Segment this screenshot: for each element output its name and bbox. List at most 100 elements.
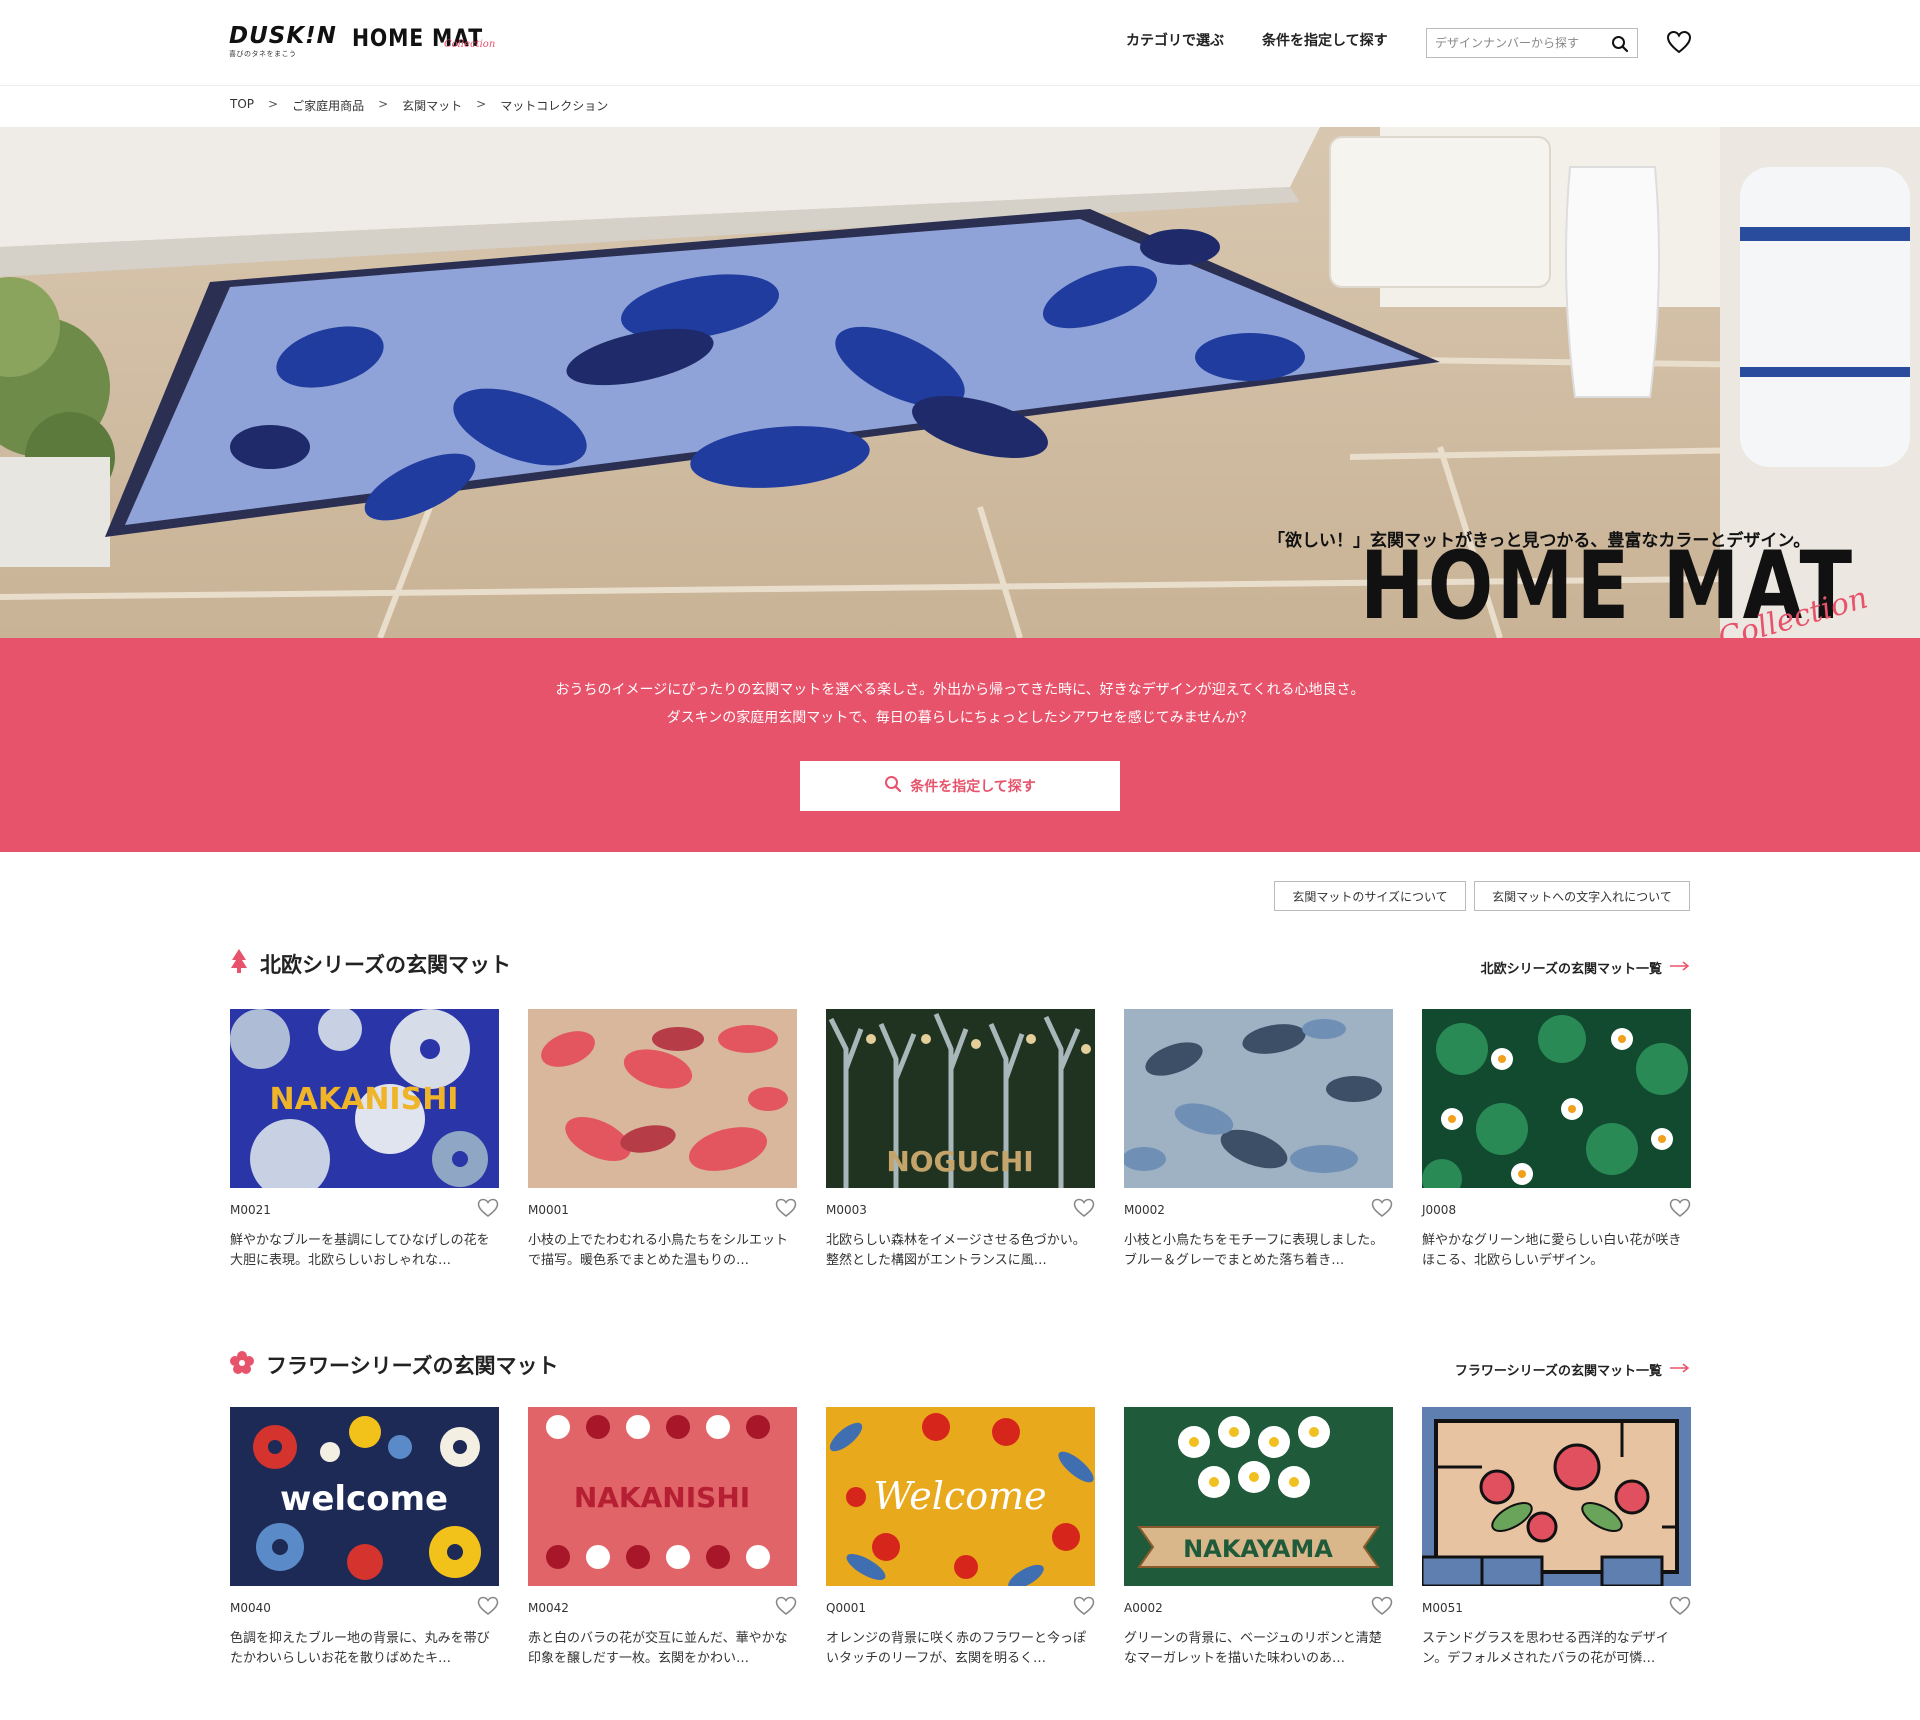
product-description: ステンドグラスを思わせる西洋的なデザイン。デフォルメされたバラの花が可憐…	[1422, 1631, 1669, 1666]
intro-line-2: ダスキンの家庭用玄関マットで、毎日の暮らしにちょっとしたシアワセを感じてみません…	[666, 710, 1254, 726]
favorite-heart-icon[interactable]	[1073, 1596, 1095, 1620]
breadcrumb-home-products[interactable]: ご家庭用商品	[292, 97, 364, 114]
breadcrumb-current: マットコレクション	[500, 99, 609, 113]
mat-lettering: NAKANISHI	[270, 1082, 459, 1117]
arrow-right-icon	[1670, 960, 1690, 975]
mat-lettering: NOGUCHI	[886, 1145, 1033, 1178]
product-code: M0002	[1124, 1203, 1165, 1217]
product-image-m0002	[1124, 1009, 1393, 1188]
product-image-a0002: NAKAYAMA	[1124, 1407, 1393, 1586]
product-image-m0040: welcome	[230, 1407, 499, 1586]
breadcrumb-entrance-mat[interactable]: 玄関マット	[402, 97, 462, 114]
product-description: 色調を抑えたブルー地の背景に、丸みを帯びたかわいらしいお花を散りばめたキ…	[230, 1631, 490, 1666]
product-image-m0001	[528, 1009, 797, 1188]
condition-search-label: 条件を指定して探す	[910, 779, 1036, 795]
favorite-heart-icon[interactable]	[1669, 1198, 1691, 1222]
search-icon	[884, 775, 902, 797]
arrow-right-icon	[1670, 1362, 1690, 1377]
product-card[interactable]: M0051 ステンドグラスを思わせる西洋的なデザイン。デフォルメされたバラの花が…	[1422, 1407, 1691, 1666]
product-card[interactable]: J0008 鮮やかなグリーン地に愛らしい白い花が咲きほこる、北欧らしいデザイン。	[1422, 1009, 1691, 1268]
hero-subtitle: 「欲しい！」玄関マットがきっと見つかる、豊富なカラーとデザイン。	[1268, 531, 1811, 551]
mat-lettering: NAKAYAMA	[1183, 1535, 1333, 1563]
favorite-heart-icon[interactable]	[1371, 1198, 1393, 1222]
product-code: A0002	[1124, 1601, 1163, 1615]
design-number-input[interactable]	[1427, 29, 1603, 57]
product-card[interactable]: welcome M0040 色調を抑えたブルー地の背景に、丸みを帯びたかわいらし…	[230, 1407, 499, 1666]
product-description: グリーンの背景に、ベージュのリボンと清楚なマーガレットを描いた味わいのあ…	[1124, 1631, 1382, 1666]
section-title-flower: フラワーシリーズの玄関マット	[230, 1350, 559, 1380]
product-card[interactable]: NAKAYAMA A0002 グリーンの背景に、ベージュのリボンと清楚なマーガレ…	[1124, 1407, 1393, 1666]
intro-text: おうちのイメージにぴったりの玄関マットを選べる楽しさ。外出から帰ってきた時に、好…	[0, 676, 1920, 732]
homemat-logo-script: Collection	[444, 39, 496, 50]
mat-lettering: Welcome	[873, 1474, 1046, 1518]
mat-lettering-info-button[interactable]: 玄関マットへの文字入れについて	[1474, 881, 1690, 911]
favorite-heart-icon[interactable]	[1371, 1596, 1393, 1620]
breadcrumb-separator: >	[268, 97, 279, 111]
favorite-heart-icon[interactable]	[1669, 1596, 1691, 1620]
favorite-heart-icon[interactable]	[775, 1198, 797, 1222]
product-description: 鮮やかなグリーン地に愛らしい白い花が咲きほこる、北欧らしいデザイン。	[1422, 1233, 1682, 1268]
favorite-heart-icon[interactable]	[1073, 1198, 1095, 1222]
product-description: オレンジの背景に咲く赤のフラワーと今っぽいタッチのリーフが、玄関を明るく…	[826, 1631, 1087, 1666]
intro-line-1: おうちのイメージにぴったりの玄関マットを選べる楽しさ。外出から帰ってきた時に、好…	[555, 682, 1365, 698]
intro-band: おうちのイメージにぴったりの玄関マットを選べる楽しさ。外出から帰ってきた時に、好…	[0, 638, 1920, 852]
mat-lettering: welcome	[280, 1479, 448, 1519]
product-card[interactable]: Welcome Q0001 オレンジの背景に咲く赤のフラワーと今っぽいタッチのリ…	[826, 1407, 1095, 1666]
site-header: DUSK!N 喜びのタネをまこう HOME MAT Collection カテゴ…	[0, 0, 1920, 86]
nav-condition-search[interactable]: 条件を指定して探す	[1262, 30, 1388, 50]
design-number-search	[1426, 28, 1638, 58]
favorite-heart-icon[interactable]	[775, 1596, 797, 1620]
section-title-nordic: 北欧シリーズの玄関マット	[230, 948, 511, 979]
product-card[interactable]: NAKANISHI M0042 赤と白のバラの花が交互に並んだ、華やかな印象を醸…	[528, 1407, 797, 1666]
product-code: M0003	[826, 1203, 867, 1217]
nav-category[interactable]: カテゴリで選ぶ	[1126, 30, 1224, 50]
product-description: 赤と白のバラの花が交互に並んだ、華やかな印象を醸しだす一枚。玄関をかわい…	[528, 1631, 788, 1666]
product-image-q0001: Welcome	[826, 1407, 1095, 1586]
nordic-product-grid: NAKANISHI M0021 鮮やかなブルーを基調にしてひなげしの花を大胆に表…	[230, 1009, 1691, 1289]
product-image-m0021: NAKANISHI	[230, 1009, 499, 1188]
product-image-m0042: NAKANISHI	[528, 1407, 797, 1586]
mat-lettering: NAKANISHI	[574, 1481, 750, 1514]
breadcrumb-separator: >	[476, 97, 487, 111]
flower-product-grid: welcome M0040 色調を抑えたブルー地の背景に、丸みを帯びたかわいらし…	[230, 1407, 1691, 1687]
product-code: J0008	[1422, 1203, 1457, 1217]
product-code: M0051	[1422, 1601, 1463, 1615]
product-code: M0040	[230, 1601, 271, 1615]
condition-search-button[interactable]: 条件を指定して探す	[800, 761, 1120, 811]
mat-size-info-button[interactable]: 玄関マットのサイズについて	[1274, 881, 1466, 911]
product-description: 小枝と小鳥たちをモチーフに表現しました。ブルー＆グレーでまとめた落ち着き…	[1124, 1233, 1384, 1268]
duskin-logo[interactable]: DUSK!N 喜びのタネをまこう	[229, 23, 337, 59]
search-icon[interactable]	[1611, 35, 1629, 57]
product-image-j0008	[1422, 1009, 1691, 1188]
product-image-m0003: NOGUCHI	[826, 1009, 1095, 1188]
homemat-logo[interactable]: HOME MAT Collection	[352, 24, 506, 60]
duskin-logo-tagline: 喜びのタネをまこう	[229, 50, 297, 58]
hero-copy: HOME MAT Collection	[1360, 537, 1920, 639]
breadcrumb: TOP > ご家庭用商品 > 玄関マット > マットコレクション	[230, 97, 608, 114]
product-card[interactable]: M0002 小枝と小鳥たちをモチーフに表現しました。ブルー＆グレーでまとめた落ち…	[1124, 1009, 1393, 1268]
product-description: 北欧らしい森林をイメージさせる色づかい。整然とした構図がエントランスに風…	[826, 1233, 1086, 1268]
product-card[interactable]: NOGUCHI M0003 北欧らしい森林をイメージさせる色づかい。整然とした構…	[826, 1009, 1095, 1268]
duskin-logo-text: DUSK!N	[229, 23, 337, 49]
product-description: 小枝の上でたわむれる小鳥たちをシルエットで描写。暖色系でまとめた温もりの…	[528, 1233, 789, 1268]
product-code: Q0001	[826, 1601, 866, 1615]
nordic-list-link[interactable]: 北欧シリーズの玄関マット一覧	[1481, 958, 1690, 977]
product-card[interactable]: NAKANISHI M0021 鮮やかなブルーを基調にしてひなげしの花を大胆に表…	[230, 1009, 499, 1268]
favorite-heart-icon[interactable]	[477, 1596, 499, 1620]
favorites-heart-icon[interactable]	[1666, 30, 1692, 58]
section-link-label: 北欧シリーズの玄関マット一覧	[1480, 962, 1662, 977]
product-code: M0042	[528, 1601, 569, 1615]
section-link-label: フラワーシリーズの玄関マット一覧	[1454, 1364, 1662, 1379]
product-image-m0051	[1422, 1407, 1691, 1586]
breadcrumb-top[interactable]: TOP	[230, 97, 254, 114]
section-title-text: 北欧シリーズの玄関マット	[260, 952, 511, 977]
product-code: M0001	[528, 1203, 569, 1217]
hero-banner: HOME MAT Collection	[0, 127, 1920, 638]
tree-icon	[230, 948, 248, 979]
section-title-text: フラワーシリーズの玄関マット	[266, 1354, 559, 1378]
product-code: M0021	[230, 1203, 271, 1217]
product-card[interactable]: M0001 小枝の上でたわむれる小鳥たちをシルエットで描写。暖色系でまとめた温も…	[528, 1009, 797, 1268]
product-description: 鮮やかなブルーを基調にしてひなげしの花を大胆に表現。北欧らしいおしゃれな…	[230, 1233, 490, 1268]
flower-list-link[interactable]: フラワーシリーズの玄関マット一覧	[1455, 1360, 1690, 1379]
favorite-heart-icon[interactable]	[477, 1198, 499, 1222]
